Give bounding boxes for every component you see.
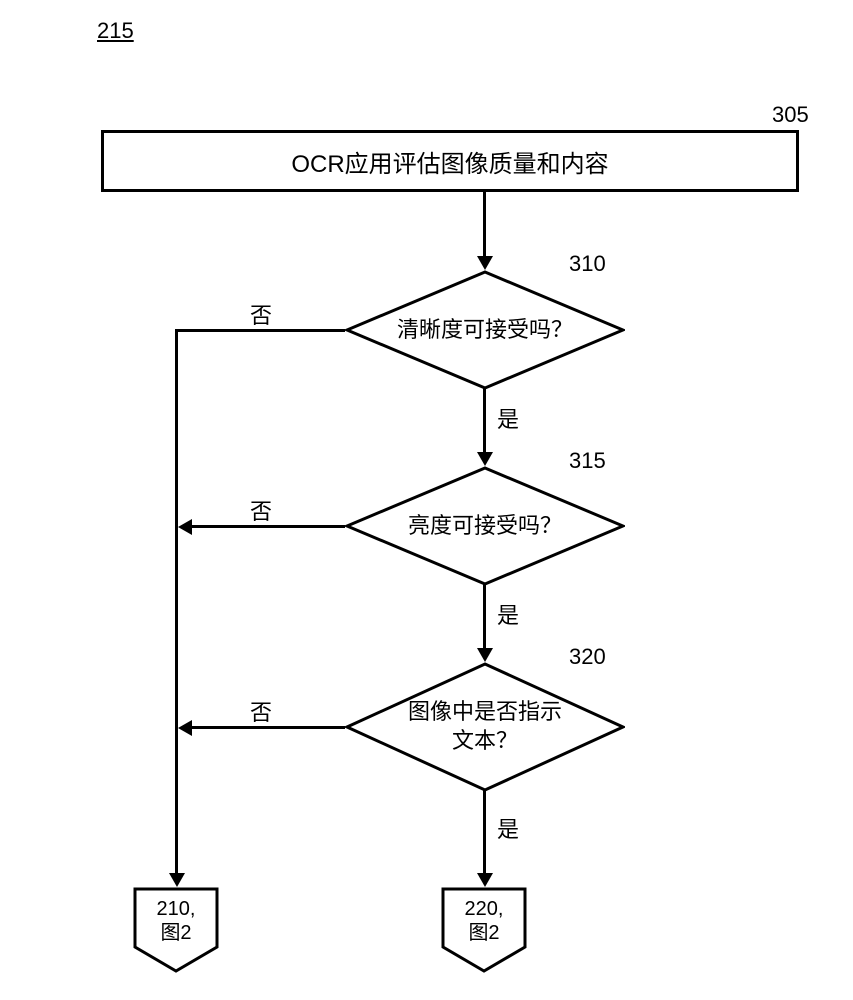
arrowhead-320-no bbox=[178, 720, 192, 736]
arrow-310-yes bbox=[483, 388, 486, 454]
arrowhead-305-310 bbox=[477, 256, 493, 270]
connector-210: 210, 图2 bbox=[133, 887, 219, 973]
process-text-305: OCR应用评估图像质量和内容 bbox=[291, 144, 608, 179]
connector-text-210: 210, 图2 bbox=[157, 897, 196, 945]
no-bus-vertical bbox=[175, 329, 178, 875]
edge-label-320-no: 否 bbox=[250, 695, 272, 727]
connector-220: 220, 图2 bbox=[441, 887, 527, 973]
edge-label-310-no: 否 bbox=[250, 298, 272, 330]
edge-label-315-no: 否 bbox=[250, 494, 272, 526]
arrowhead-no-bus bbox=[169, 873, 185, 887]
arrow-305-310 bbox=[483, 192, 486, 258]
arrowhead-315-yes bbox=[477, 648, 493, 662]
edge-label-315-yes: 是 bbox=[497, 598, 519, 630]
decision-node-315: 亮度可接受吗？ bbox=[345, 466, 625, 586]
arrowhead-315-no bbox=[178, 519, 192, 535]
arrowhead-320-yes bbox=[477, 873, 493, 887]
process-node-305: OCR应用评估图像质量和内容 bbox=[101, 130, 799, 192]
page-reference: 215 bbox=[97, 18, 134, 44]
node-label-305: 305 bbox=[772, 102, 809, 128]
arrow-315-yes bbox=[483, 584, 486, 650]
decision-text-320: 图像中是否指示 文本？ bbox=[408, 698, 562, 755]
decision-node-320: 图像中是否指示 文本？ bbox=[345, 662, 625, 792]
arrowhead-310-yes bbox=[477, 452, 493, 466]
edge-label-310-yes: 是 bbox=[497, 402, 519, 434]
decision-text-315: 亮度可接受吗？ bbox=[408, 512, 562, 541]
decision-text-310: 清晰度可接受吗？ bbox=[397, 316, 573, 345]
arrow-320-yes bbox=[483, 790, 486, 875]
connector-text-220: 220, 图2 bbox=[465, 897, 504, 945]
decision-node-310: 清晰度可接受吗？ bbox=[345, 270, 625, 390]
edge-label-320-yes: 是 bbox=[497, 812, 519, 844]
